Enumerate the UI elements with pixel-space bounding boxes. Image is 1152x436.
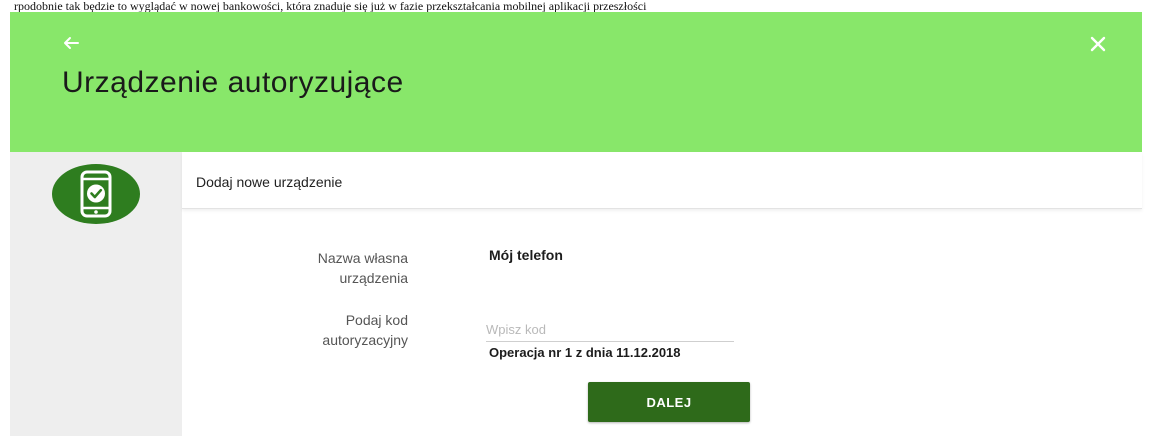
section-header: Dodaj nowe urządzenie bbox=[182, 152, 1142, 209]
device-name-label-line1: Nazwa własna bbox=[317, 250, 408, 266]
close-icon[interactable] bbox=[1090, 36, 1106, 52]
sidebar bbox=[10, 152, 182, 436]
arrow-left-icon[interactable] bbox=[62, 34, 80, 52]
auth-code-input[interactable] bbox=[486, 317, 734, 342]
page-title: Urządzenie autoryzujące bbox=[62, 66, 404, 99]
device-name-value: Mój telefon bbox=[489, 247, 563, 263]
main-content: Dodaj nowe urządzenie Nazwa własna urząd… bbox=[182, 152, 1142, 436]
device-name-label: Nazwa własna urządzenia bbox=[258, 248, 408, 288]
phone-check-icon bbox=[80, 170, 112, 218]
page-caption: rpodobnie tak będzie to wyglądać w nowej… bbox=[14, 0, 647, 12]
device-badge bbox=[52, 164, 140, 224]
device-name-label-line2: urządzenia bbox=[339, 270, 409, 286]
header-bar: Urządzenie autoryzujące bbox=[10, 12, 1142, 152]
auth-code-label-line1: Podaj kod bbox=[345, 312, 408, 328]
next-button[interactable]: DALEJ bbox=[588, 382, 750, 422]
section-title: Dodaj nowe urządzenie bbox=[196, 174, 343, 190]
authorizing-device-screen: Urządzenie autoryzujące Dodaj nowe urząd… bbox=[10, 12, 1152, 436]
operation-info: Operacja nr 1 z dnia 11.12.2018 bbox=[489, 345, 681, 360]
auth-code-label-line2: autoryzacyjny bbox=[322, 332, 408, 348]
auth-code-label: Podaj kod autoryzacyjny bbox=[258, 310, 408, 350]
